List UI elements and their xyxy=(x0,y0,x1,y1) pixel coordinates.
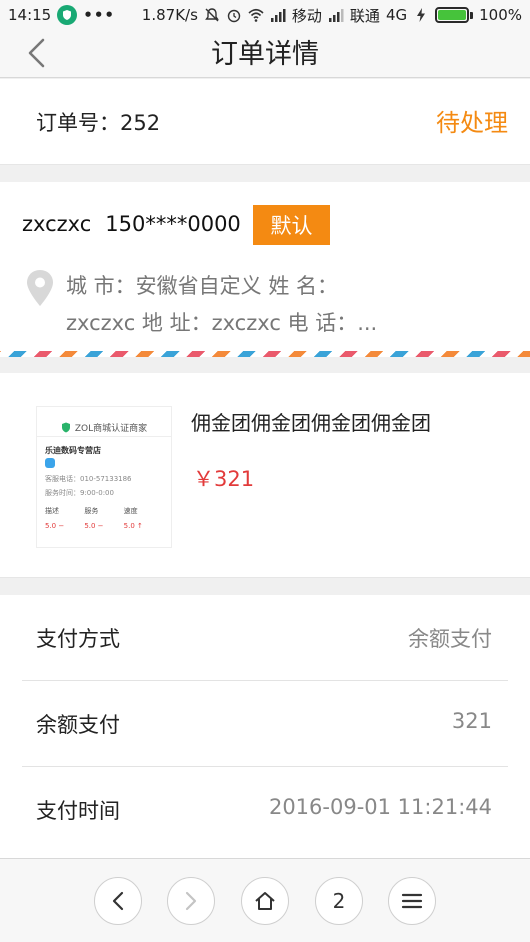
security-shield-icon xyxy=(57,5,78,25)
payment-card: 支付方式 余额支付 余额支付 321 支付时间 2016-09-01 11:21… xyxy=(0,595,530,858)
home-icon xyxy=(255,892,275,910)
back-arrow-icon xyxy=(112,891,124,911)
browser-home-button[interactable] xyxy=(241,877,289,925)
balance-paid-row: 余额支付 321 xyxy=(0,681,530,767)
recipient-line: zxczxc 150****0000 xyxy=(22,212,241,236)
status-overflow-dots: ••• xyxy=(83,6,115,24)
thumb-scores: 描述 5.0 − 服务 5.0 − 速度 5.0 ↑ xyxy=(37,498,171,530)
charging-icon xyxy=(413,7,429,23)
signal-icon-2 xyxy=(328,7,344,23)
thumb-score: 服务 5.0 − xyxy=(84,507,104,530)
location-pin-icon xyxy=(27,270,53,306)
address-line-1: 城 市：安徽省自定义 姓 名： xyxy=(66,274,339,298)
status-time: 14:15 xyxy=(8,6,52,24)
browser-menu-button[interactable] xyxy=(388,877,436,925)
page-title: 订单详情 xyxy=(211,39,319,70)
product-price: ￥321 xyxy=(193,467,255,491)
battery-icon xyxy=(435,7,474,23)
default-badge: 默认 xyxy=(253,205,330,245)
battery-percent: 100% xyxy=(479,6,522,24)
thumb-brand: ZOL商城认证商家 xyxy=(74,424,148,434)
network-speed: 1.87K/s xyxy=(141,6,198,24)
thumb-brand-header: ZOL商城认证商家 xyxy=(37,407,171,437)
browser-bottom-bar: 2 xyxy=(0,858,530,942)
forward-arrow-icon xyxy=(185,891,197,911)
wifi-icon xyxy=(248,7,264,23)
payment-time-row: 支付时间 2016-09-01 11:21:44 xyxy=(0,767,530,853)
payment-method-row: 支付方式 余额支付 xyxy=(0,595,530,681)
status-bar: 14:15 ••• 1.87K/s 移动 联通 4G 100% xyxy=(0,0,530,30)
carrier-2: 联通 xyxy=(349,6,380,25)
recipient-name: zxczxc xyxy=(22,212,92,236)
tabs-count: 2 xyxy=(332,889,346,913)
thumb-hours: 服务时间：9:00-0:00 xyxy=(45,489,114,497)
browser-tabs-button[interactable]: 2 xyxy=(315,877,363,925)
row-label: 支付方式 xyxy=(36,627,120,651)
mute-icon xyxy=(204,7,220,23)
order-number: 订单号：252 xyxy=(36,111,161,135)
product-title: 佣金团佣金团佣金团佣金团 xyxy=(191,411,431,435)
address-card[interactable]: zxczxc 150****0000 默认 城 市：安徽省自定义 姓 名： zx… xyxy=(0,182,530,357)
thumb-store-name: 乐迪数码专营店 xyxy=(45,446,101,455)
alarm-clock-icon xyxy=(226,7,242,23)
row-value: 余额支付 xyxy=(408,627,492,651)
thumb-score: 速度 5.0 ↑ xyxy=(123,507,143,530)
carrier-1: 移动 xyxy=(291,6,322,25)
thumb-phone: 客服电话：010-57133186 xyxy=(45,475,132,483)
product-card[interactable]: ZOL商城认证商家 乐迪数码专营店 客服电话：010-57133186 服务时间… xyxy=(0,373,530,578)
row-label: 余额支付 xyxy=(36,713,120,737)
qq-icon xyxy=(45,458,55,468)
address-line-2: zxczxc 地 址：zxczxc 电 话：... xyxy=(66,311,378,335)
address-detail: 城 市：安徽省自定义 姓 名： zxczxc 地 址：zxczxc 电 话：..… xyxy=(66,268,426,342)
verified-shield-icon xyxy=(61,422,70,433)
row-value: 2016-09-01 11:21:44 xyxy=(268,795,492,819)
row-value: 321 xyxy=(451,709,492,733)
signal-icon-1 xyxy=(270,7,286,23)
order-status: 待处理 xyxy=(436,109,508,137)
airmail-stripe-divider xyxy=(0,351,530,357)
row-label: 支付时间 xyxy=(36,799,120,823)
browser-forward-button[interactable] xyxy=(167,877,215,925)
order-summary-card: 订单号：252 待处理 xyxy=(0,79,530,165)
browser-back-button[interactable] xyxy=(94,877,142,925)
product-thumbnail: ZOL商城认证商家 乐迪数码专营店 客服电话：010-57133186 服务时间… xyxy=(36,406,172,548)
app-header: 订单详情 xyxy=(0,30,530,78)
thumb-score: 描述 5.0 − xyxy=(45,507,65,530)
network-type: 4G xyxy=(385,6,408,24)
menu-icon xyxy=(401,893,423,909)
recipient-phone: 150****0000 xyxy=(105,212,241,236)
